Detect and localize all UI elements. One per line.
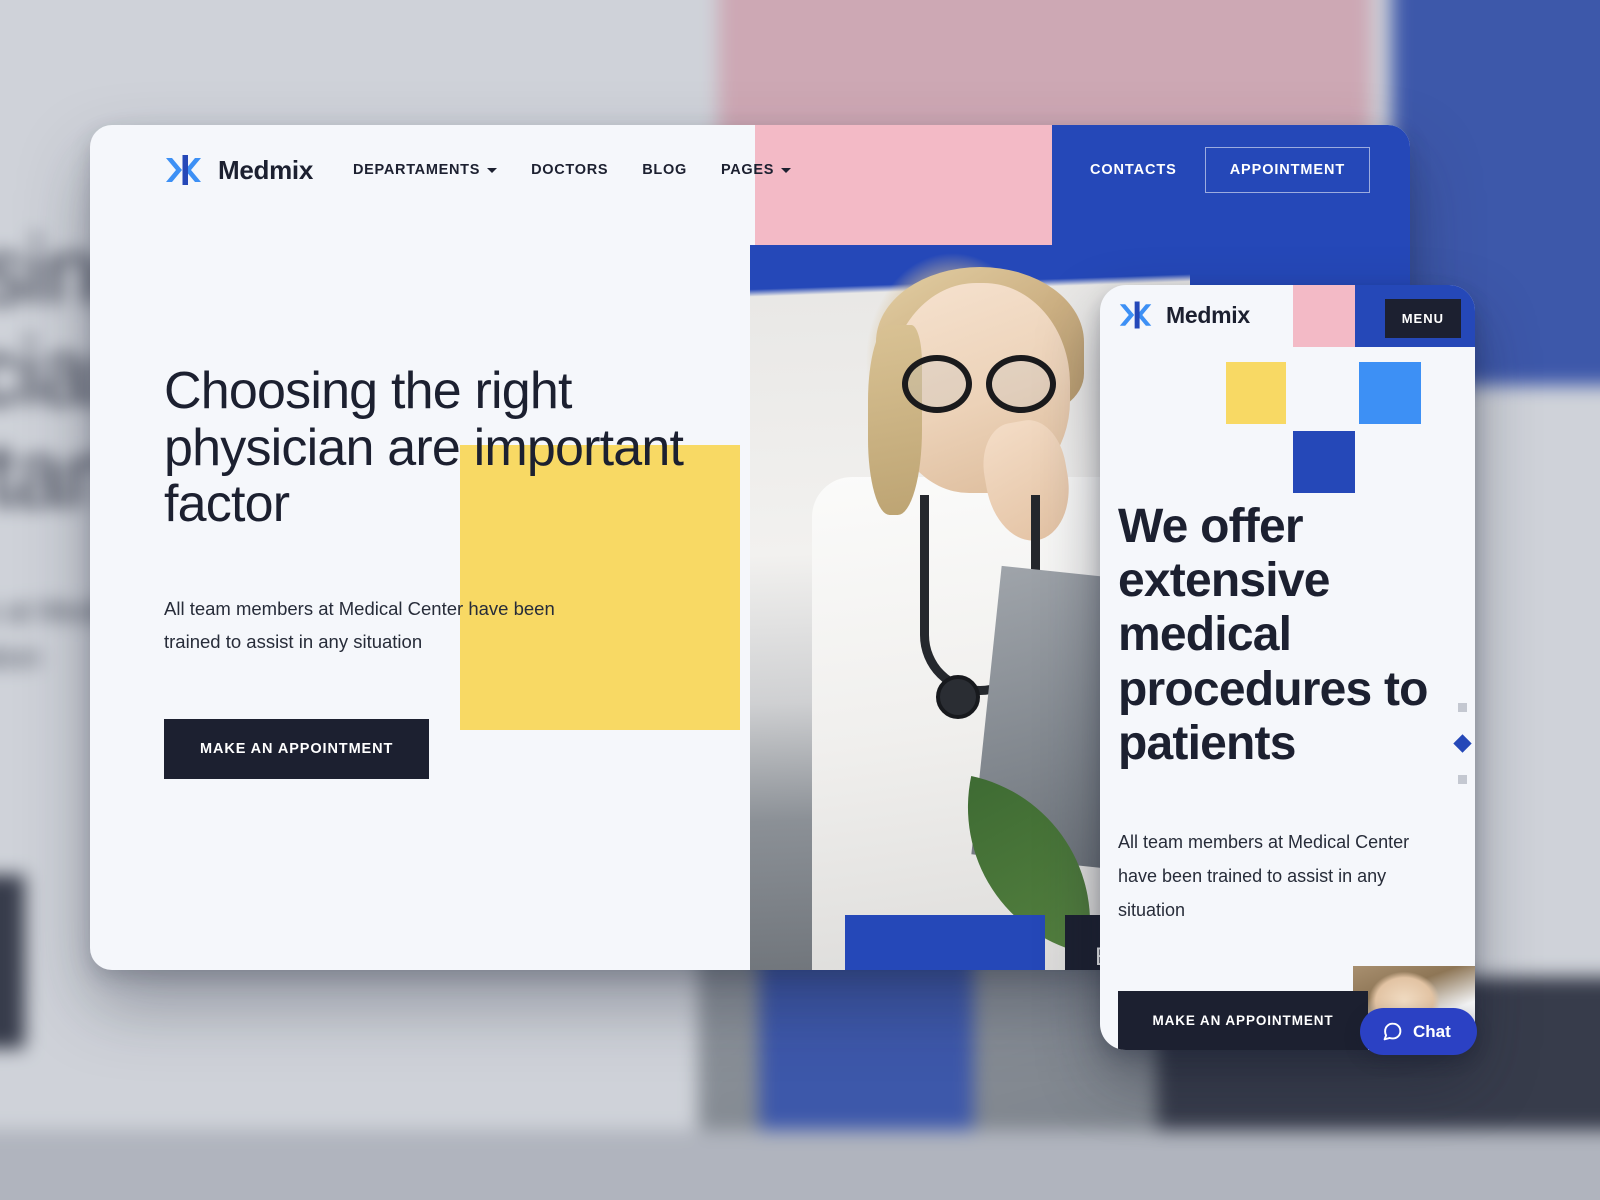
mobile-menu-button[interactable]: MENU <box>1384 299 1461 338</box>
desktop-menu: DEPARTAMENTS DOCTORS BLOG PAGES <box>353 162 792 178</box>
desktop-navbar-right: CONTACTS APPOINTMENT <box>1052 125 1410 215</box>
pagination-dot-3[interactable] <box>1458 775 1467 784</box>
chevron-pair-logo-icon <box>1118 299 1154 331</box>
desktop-hero-paragraph: All team members at Medical Center have … <box>164 598 555 652</box>
mobile-yellow-square <box>1226 362 1286 424</box>
nav-item-departaments-label: DEPARTAMENTS <box>353 162 481 178</box>
photo-stethoscope-bell <box>936 675 980 719</box>
chat-widget-button[interactable]: Chat <box>1360 1008 1477 1055</box>
photo-hair-side <box>868 325 922 515</box>
nav-item-doctors[interactable]: DOCTORS <box>531 162 608 178</box>
mobile-hero-paragraph: All team members at Medical Center have … <box>1118 832 1410 921</box>
desktop-logo-text: Medmix <box>218 154 314 185</box>
make-an-appointment-button[interactable]: MAKE AN APPOINTMENT <box>164 718 430 779</box>
desktop-blue-square <box>845 915 1045 970</box>
nav-item-pages-label: PAGES <box>720 162 775 178</box>
desktop-hero-heading: Choosing the right physician are importa… <box>164 362 684 534</box>
appointment-button[interactable]: APPOINTMENT <box>1204 147 1371 193</box>
nav-item-doctors-label: DOCTORS <box>531 162 609 178</box>
chevron-down-icon <box>781 167 792 173</box>
chat-bubble-icon <box>1382 1021 1403 1042</box>
desktop-navbar: Medmix DEPARTAMENTS DOCTORS BLOG PAGES C… <box>90 125 1410 215</box>
mobile-dark-blue-square <box>1293 431 1355 493</box>
mobile-logo-text: Medmix <box>1166 301 1250 328</box>
mobile-slider-pagination[interactable] <box>1453 703 1472 784</box>
mobile-mockup: Medmix MENU We offer extensive medical p… <box>1100 285 1475 1050</box>
chevron-pair-logo-icon <box>164 153 204 187</box>
chevron-down-icon <box>487 167 498 173</box>
mobile-header: Medmix MENU <box>1100 285 1475 351</box>
pagination-dot-2-active[interactable] <box>1453 734 1472 753</box>
nav-item-contacts[interactable]: CONTACTS <box>1090 162 1177 178</box>
desktop-logo[interactable]: Medmix <box>164 153 313 187</box>
nav-item-pages[interactable]: PAGES <box>720 162 792 178</box>
mobile-make-an-appointment-button[interactable]: MAKE AN APPOINTMENT <box>1118 991 1368 1050</box>
nav-item-blog-label: BLOG <box>642 162 687 178</box>
pagination-dot-1[interactable] <box>1458 703 1467 712</box>
nav-item-blog[interactable]: BLOG <box>642 162 687 178</box>
mobile-logo[interactable]: Medmix <box>1118 299 1250 331</box>
photo-eyeglasses <box>902 355 1056 413</box>
mobile-pink-block <box>1293 285 1355 347</box>
mobile-light-blue-square <box>1359 362 1421 424</box>
nav-item-departaments[interactable]: DEPARTAMENTS <box>353 162 498 178</box>
mobile-hero-heading: We offer extensive medical procedures to… <box>1118 500 1428 770</box>
chat-widget-label: Chat <box>1413 1021 1451 1041</box>
desktop-hero: Choosing the right physician are importa… <box>164 363 784 779</box>
